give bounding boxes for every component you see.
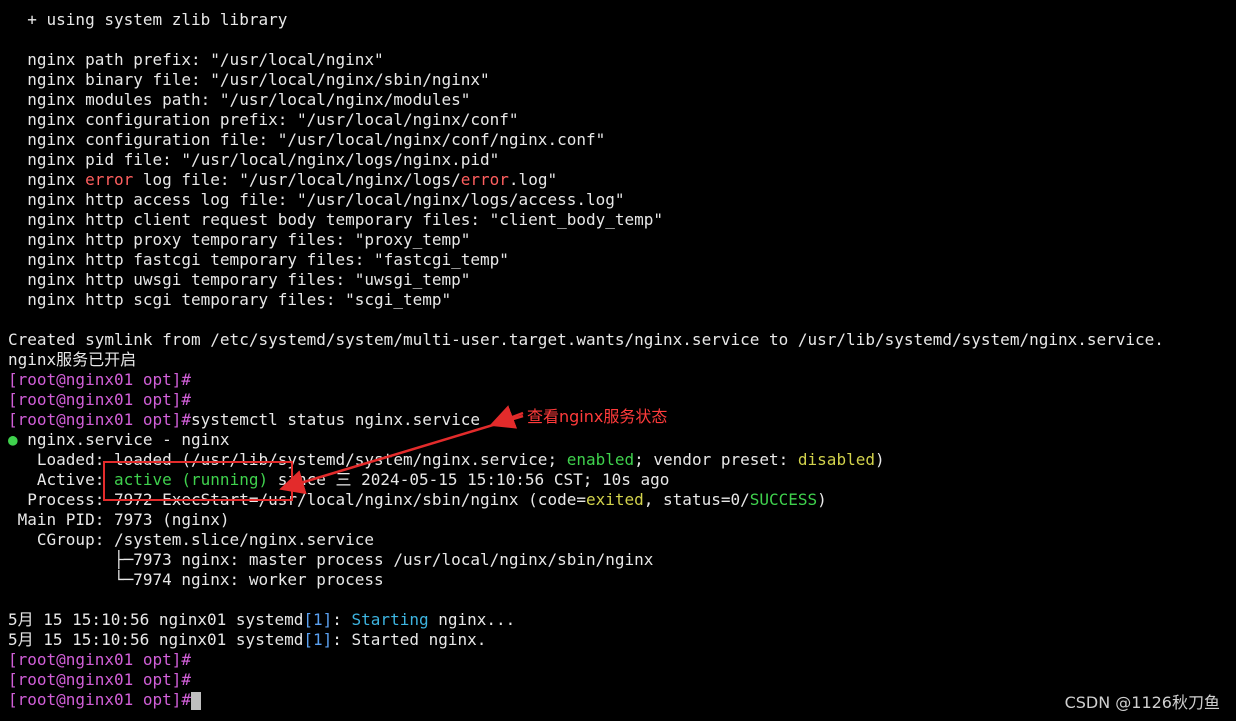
terminal-output[interactable]: + using system zlib library nginx path p… (8, 10, 1236, 721)
shell-prompt: [root@nginx01 opt]# (8, 670, 192, 689)
error-log-line: nginx error log file: "/usr/local/nginx/… (8, 170, 1236, 190)
output-line: nginx modules path: "/usr/local/nginx/mo… (8, 90, 471, 109)
text-segment: since 三 2024-05-15 15:10:56 CST; 10s ago (268, 470, 670, 489)
text-segment: nginx... (428, 610, 516, 629)
preset-state: disabled (797, 450, 875, 469)
output-line: nginx binary file: "/usr/local/nginx/sbi… (8, 70, 490, 89)
shell-prompt: [root@nginx01 opt]# (8, 690, 192, 709)
symlink-line: Created symlink from /etc/systemd/system… (8, 330, 1164, 349)
text-segment: 5月 15 15:10:56 nginx01 systemd (8, 630, 304, 649)
annotation-label: 查看nginx服务状态 (527, 407, 668, 426)
output-line: nginx configuration file: "/usr/local/ng… (8, 130, 606, 149)
output-line: nginx http access log file: "/usr/local/… (8, 190, 625, 209)
journal-pid: [1] (303, 610, 333, 629)
output-line: nginx http fastcgi temporary files: "fas… (8, 250, 509, 269)
enabled-state: enabled (566, 450, 635, 469)
output-line: nginx pid file: "/usr/local/nginx/logs/n… (8, 150, 500, 169)
text-segment: ) (817, 490, 827, 509)
output-line: + using system zlib library (8, 10, 288, 29)
journal-pid: [1] (303, 630, 333, 649)
shell-prompt: [root@nginx01 opt]# (8, 370, 192, 389)
error-keyword: error (460, 170, 509, 189)
text-cursor[interactable] (191, 691, 202, 710)
exit-code: exited (585, 490, 644, 509)
cgroup-master-line: ├─7973 nginx: master process /usr/local/… (8, 550, 654, 569)
watermark: CSDN @1126秋刀鱼 (1064, 693, 1220, 712)
service-title: nginx.service - nginx (17, 430, 230, 449)
output-line: nginx http scgi temporary files: "scgi_t… (8, 290, 452, 309)
active-prompt-line[interactable]: [root@nginx01 opt]# (8, 690, 1236, 710)
output-line: nginx http proxy temporary files: "proxy… (8, 230, 471, 249)
text-segment: : Started nginx. (332, 630, 487, 649)
text-segment: ) (874, 450, 885, 469)
text-segment: .log" (508, 170, 558, 189)
exit-status: SUCCESS (749, 490, 818, 509)
error-keyword: error (85, 170, 134, 189)
text-segment: log file: "/usr/local/nginx/logs/ (133, 170, 461, 189)
output-line: nginx http client request body temporary… (8, 210, 664, 229)
highlight-box (103, 461, 293, 501)
text-segment: 5月 15 15:10:56 nginx01 systemd (8, 610, 304, 629)
text-segment: ; vendor preset: (634, 450, 798, 469)
output-line: nginx path prefix: "/usr/local/nginx" (8, 50, 384, 69)
text-segment: , status=0/ (643, 490, 750, 509)
cgroup-line: CGroup: /system.slice/nginx.service (8, 530, 375, 549)
output-line: nginx configuration prefix: "/usr/local/… (8, 110, 519, 129)
command-text: systemctl status nginx.service (191, 410, 481, 429)
main-pid-line: Main PID: 7973 (nginx) (8, 510, 230, 529)
text-segment: Active: (8, 470, 114, 489)
journal-line: 5月 15 15:10:56 nginx01 systemd[1]: Start… (8, 630, 1236, 650)
service-started-message: nginx服务已开启 (8, 350, 137, 369)
text-segment: : (332, 610, 352, 629)
journal-verb: Starting (351, 610, 429, 629)
cgroup-worker-line: └─7974 nginx: worker process (8, 570, 384, 589)
output-line: nginx http uwsgi temporary files: "uwsgi… (8, 270, 471, 289)
shell-prompt: [root@nginx01 opt]# (8, 410, 192, 429)
shell-prompt: [root@nginx01 opt]# (8, 650, 192, 669)
service-title-line: ● nginx.service - nginx (8, 430, 1236, 450)
journal-line: 5月 15 15:10:56 nginx01 systemd[1]: Start… (8, 610, 1236, 630)
text-segment: nginx (8, 170, 86, 189)
text-segment: Process: 7972 ExecStart=/usr/local/nginx… (8, 490, 586, 509)
status-dot-icon: ● (8, 430, 18, 449)
